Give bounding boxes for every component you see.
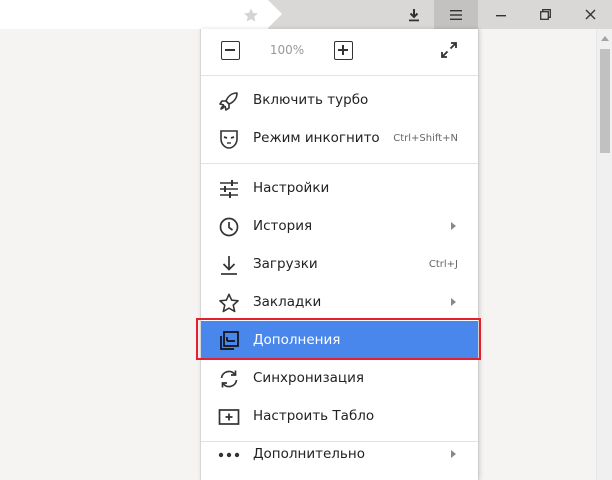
star-icon	[218, 292, 240, 314]
star-icon	[244, 8, 258, 22]
add-tile-icon	[218, 406, 240, 428]
vertical-scrollbar[interactable]	[596, 29, 612, 480]
menu-item-label: Режим инкогнито	[253, 130, 380, 146]
menu-item-more[interactable]: Дополнительно	[201, 435, 478, 473]
menu-item-label: Настройки	[253, 180, 330, 196]
restore-button[interactable]	[523, 0, 568, 29]
rocket-icon	[218, 90, 240, 112]
more-dots-icon	[218, 444, 240, 466]
close-button[interactable]	[568, 0, 612, 29]
keyboard-shortcut: Ctrl+J	[428, 259, 458, 270]
hamburger-menu-icon	[450, 9, 462, 20]
highlight-frame	[196, 318, 481, 360]
submenu-arrow-icon	[451, 298, 456, 306]
sync-icon	[218, 368, 240, 390]
downloads-button[interactable]	[394, 0, 434, 29]
close-icon	[585, 9, 595, 20]
bookmark-star-button[interactable]	[241, 5, 261, 25]
menu-item-label: Включить турбо	[253, 92, 369, 108]
download-icon	[409, 8, 419, 21]
main-menu-button[interactable]	[434, 0, 478, 29]
minimize-button[interactable]	[478, 0, 523, 29]
fullscreen-button[interactable]	[440, 41, 458, 59]
submenu-arrow-icon	[451, 450, 456, 458]
address-bar[interactable]	[0, 0, 268, 29]
scroll-thumb[interactable]	[600, 49, 610, 153]
menu-separator	[201, 75, 478, 76]
menu-item-label: Настроить Табло	[253, 408, 375, 424]
minimize-icon	[495, 14, 506, 16]
menu-item-sync[interactable]: Синхронизация	[201, 359, 478, 397]
menu-item-label: Синхронизация	[253, 370, 364, 386]
menu-item-label: Дополнительно	[253, 446, 365, 462]
download-icon	[218, 254, 240, 276]
browser-toolbar	[0, 0, 612, 29]
menu-item-settings[interactable]: Настройки	[201, 169, 478, 207]
scroll-up-arrow[interactable]	[601, 36, 609, 41]
zoom-in-button[interactable]	[334, 41, 353, 60]
settings-sliders-icon	[218, 178, 240, 200]
submenu-arrow-icon	[451, 222, 456, 230]
menu-item-downloads[interactable]: Загрузки Ctrl+J	[201, 245, 478, 283]
keyboard-shortcut: Ctrl+Shift+N	[393, 133, 458, 144]
menu-item-history[interactable]: История	[201, 207, 478, 245]
menu-item-bookmarks[interactable]: Закладки	[201, 283, 478, 321]
menu-separator	[201, 163, 478, 164]
incognito-mask-icon	[218, 128, 240, 150]
clock-icon	[218, 216, 240, 238]
restore-icon	[540, 9, 551, 20]
menu-item-label: Закладки	[253, 294, 322, 310]
zoom-out-button[interactable]	[221, 41, 240, 60]
fullscreen-icon	[441, 42, 457, 58]
menu-item-turbo[interactable]: Включить турбо	[201, 81, 478, 119]
menu-item-customize-tableau[interactable]: Настроить Табло	[201, 397, 478, 435]
main-menu-dropdown: 100% Включить турбо Режим инкогнито Ctrl…	[200, 29, 479, 480]
menu-item-label: История	[253, 218, 313, 234]
zoom-level: 100%	[269, 43, 305, 57]
menu-item-incognito[interactable]: Режим инкогнито Ctrl+Shift+N	[201, 119, 478, 157]
zoom-controls: 100%	[201, 29, 478, 75]
address-bar-tip	[268, 0, 282, 28]
menu-item-label: Загрузки	[253, 256, 318, 272]
